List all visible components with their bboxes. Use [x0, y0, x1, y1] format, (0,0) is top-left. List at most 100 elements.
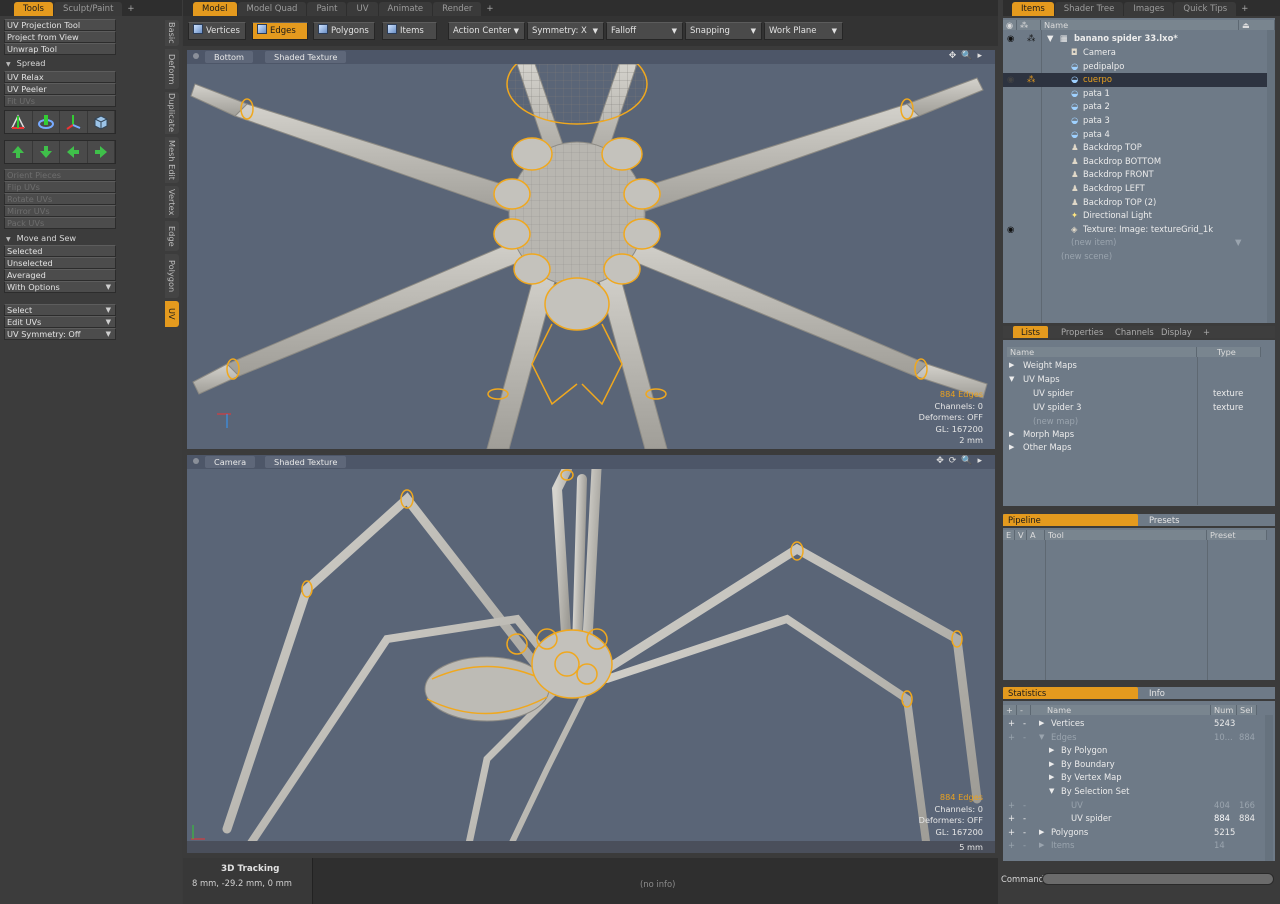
tab-quick-tips[interactable]: Quick Tips — [1174, 2, 1237, 16]
tab-lists[interactable]: Lists — [1013, 326, 1049, 338]
new-map-row[interactable]: (new map) — [1003, 415, 1275, 429]
uv-peeler-button[interactable]: UV Peeler — [4, 83, 116, 95]
stats-num-header[interactable]: Num — [1211, 705, 1237, 715]
rotate-tool-icon[interactable] — [33, 111, 60, 133]
polygons-mode-button[interactable]: Polygons — [313, 22, 375, 40]
new-scene-row[interactable]: (new scene) — [1003, 250, 1275, 264]
move-up-icon[interactable] — [5, 141, 33, 163]
vtab-mesh-edit[interactable]: Mesh Edit — [165, 137, 179, 183]
fit-uvs-button[interactable]: Fit UVs — [4, 95, 116, 107]
other-maps-row[interactable]: ▶ Other Maps — [1003, 441, 1275, 455]
items-scrollbar[interactable] — [1267, 30, 1275, 323]
add-plus-icon[interactable]: + — [1008, 799, 1015, 813]
stats-row[interactable]: ▶ By Polygon — [1003, 744, 1275, 758]
morph-maps-row[interactable]: ▶ Morph Maps — [1003, 428, 1275, 442]
tab-model[interactable]: Model — [193, 2, 237, 16]
uv-spider3-row[interactable]: UV spider 3 texture — [1003, 401, 1275, 415]
command-input[interactable] — [1042, 873, 1274, 885]
symmetry-dropdown[interactable]: Symmetry: X ▼ — [527, 22, 604, 40]
tab-shader-tree[interactable]: Shader Tree — [1054, 2, 1124, 16]
lists-type-header[interactable]: Type — [1197, 347, 1261, 357]
expand-triangle-icon[interactable]: ▼ — [1047, 32, 1053, 46]
item-row[interactable]: ◒ pata 2 — [1003, 100, 1275, 114]
pipeline-tool-header[interactable]: Tool — [1045, 530, 1207, 540]
item-row[interactable]: ◒ pata 3 — [1003, 114, 1275, 128]
expand-triangle-icon[interactable]: ▶ — [1009, 441, 1014, 455]
expand-triangle-icon[interactable]: ▶ — [1049, 744, 1054, 758]
lock-icon[interactable]: ⁂ — [1027, 73, 1035, 87]
flip-uvs-button[interactable]: Flip UVs — [4, 181, 116, 193]
item-row[interactable]: ◒ pedipalpo — [1003, 60, 1275, 74]
stats-row[interactable]: + - ▶ Polygons 5215 — [1003, 826, 1275, 840]
stats-row[interactable]: + - UV 404 166 — [1003, 799, 1275, 813]
scene-row[interactable]: ◉ ⁂ ▼ ▦ banano spider 33.lxo* — [1003, 32, 1275, 46]
name-column-header[interactable]: Name — [1041, 20, 1239, 30]
weight-maps-row[interactable]: ▶ Weight Maps — [1003, 359, 1275, 373]
viewport-nav-icons[interactable]: ✥🔍▸ — [949, 51, 987, 61]
vtab-edge[interactable]: Edge — [165, 221, 179, 251]
scale-tool-icon[interactable] — [60, 111, 88, 133]
sew-unselected-button[interactable]: Unselected — [4, 257, 116, 269]
project-from-view-button[interactable]: Project from View — [4, 31, 116, 43]
add-plus-icon[interactable]: + — [1008, 717, 1015, 731]
rotate-uvs-button[interactable]: Rotate UVs — [4, 193, 116, 205]
items-mode-button[interactable]: Items — [382, 22, 437, 40]
item-row[interactable]: ◉ ⁂ ◒ cuerpo — [1003, 73, 1275, 87]
remove-minus-icon[interactable]: - — [1023, 839, 1026, 853]
uv-symmetry-dropdown[interactable]: UV Symmetry: Off ▼ — [4, 328, 116, 340]
tab-sculpt-paint[interactable]: Sculpt/Paint — [53, 2, 123, 16]
viewport-nav-icons[interactable]: ✥⟳🔍▸ — [936, 456, 987, 466]
tab-info[interactable]: Info — [1141, 687, 1173, 699]
item-row[interactable]: ◘ Camera — [1003, 46, 1275, 60]
item-row[interactable]: ✦ Directional Light — [1003, 209, 1275, 223]
falloff-dropdown[interactable]: Falloff ▼ — [606, 22, 683, 40]
stats-name-header[interactable]: Name — [1031, 705, 1211, 715]
move-sew-group-header[interactable]: ▼ Move and Sew — [4, 232, 116, 244]
expand-triangle-icon[interactable]: ▶ — [1009, 359, 1014, 373]
shading-mode-button[interactable]: Shaded Texture — [265, 456, 347, 468]
remove-minus-icon[interactable]: - — [1023, 731, 1026, 745]
item-row[interactable]: ♟ Backdrop FRONT — [1003, 168, 1275, 182]
remove-minus-icon[interactable]: - — [1023, 717, 1026, 731]
viewport-camera-view[interactable]: Camera Shaded Texture ✥⟳🔍▸ 884 Edges Cha… — [187, 455, 995, 853]
collapse-triangle-icon[interactable]: ▼ — [1009, 373, 1014, 387]
collapse-triangle-icon[interactable]: ▼ — [1049, 785, 1054, 799]
lock-icon[interactable]: ⁂ — [1027, 32, 1035, 46]
stats-row[interactable]: + - ▶ Items 14 — [1003, 839, 1275, 853]
item-row[interactable]: ♟ Backdrop LEFT — [1003, 182, 1275, 196]
item-row[interactable]: ◉ ◈ Texture: Image: textureGrid_1k — [1003, 223, 1275, 237]
vtab-duplicate[interactable]: Duplicate — [165, 92, 179, 134]
action-center-dropdown[interactable]: Action Center ▼ — [448, 22, 525, 40]
move-down-icon[interactable] — [33, 141, 60, 163]
vtab-deform[interactable]: Deform — [165, 49, 179, 89]
spread-group-header[interactable]: ▼ Spread — [4, 57, 116, 69]
viewport-menu-dot-icon[interactable] — [193, 458, 199, 464]
expand-triangle-icon[interactable]: ▶ — [1039, 826, 1044, 840]
viewport-bottom-view[interactable]: Bottom Shaded Texture ✥🔍▸ 884 Edges Chan… — [187, 50, 995, 449]
tab-display[interactable]: Display — [1153, 326, 1200, 338]
add-items-tab-button[interactable]: + — [1237, 2, 1252, 16]
view-type-button[interactable]: Camera — [205, 456, 256, 468]
shading-mode-button[interactable]: Shaded Texture — [265, 51, 347, 63]
sew-selected-button[interactable]: Selected — [4, 245, 116, 257]
vertices-mode-button[interactable]: Vertices — [188, 22, 246, 40]
tab-animate[interactable]: Animate — [378, 2, 433, 16]
expand-triangle-icon[interactable]: ▶ — [1039, 839, 1044, 853]
stats-sel-header[interactable]: Sel — [1237, 705, 1257, 715]
stats-row[interactable]: + - ▶ Vertices 5243 — [1003, 717, 1275, 731]
stats-row[interactable]: + - UV spider 884 884 — [1003, 812, 1275, 826]
add-lists-tab-button[interactable]: + — [1195, 326, 1218, 338]
add-plus-icon[interactable]: + — [1008, 826, 1015, 840]
tab-images[interactable]: Images — [1124, 2, 1174, 16]
tab-pipeline[interactable]: Pipeline — [1003, 514, 1138, 526]
pack-uvs-button[interactable]: Pack UVs — [4, 217, 116, 229]
expand-triangle-icon[interactable]: ▶ — [1049, 758, 1054, 772]
vtab-polygon[interactable]: Polygon — [165, 254, 179, 298]
add-plus-icon[interactable]: + — [1008, 839, 1015, 853]
tab-statistics[interactable]: Statistics — [1003, 687, 1138, 699]
sew-averaged-button[interactable]: Averaged — [4, 269, 116, 281]
select-dropdown[interactable]: Select ▼ — [4, 304, 116, 316]
item-row[interactable]: ♟ Backdrop TOP (2) — [1003, 196, 1275, 210]
with-options-dropdown[interactable]: With Options ▼ — [4, 281, 116, 293]
mirror-uvs-button[interactable]: Mirror UVs — [4, 205, 116, 217]
